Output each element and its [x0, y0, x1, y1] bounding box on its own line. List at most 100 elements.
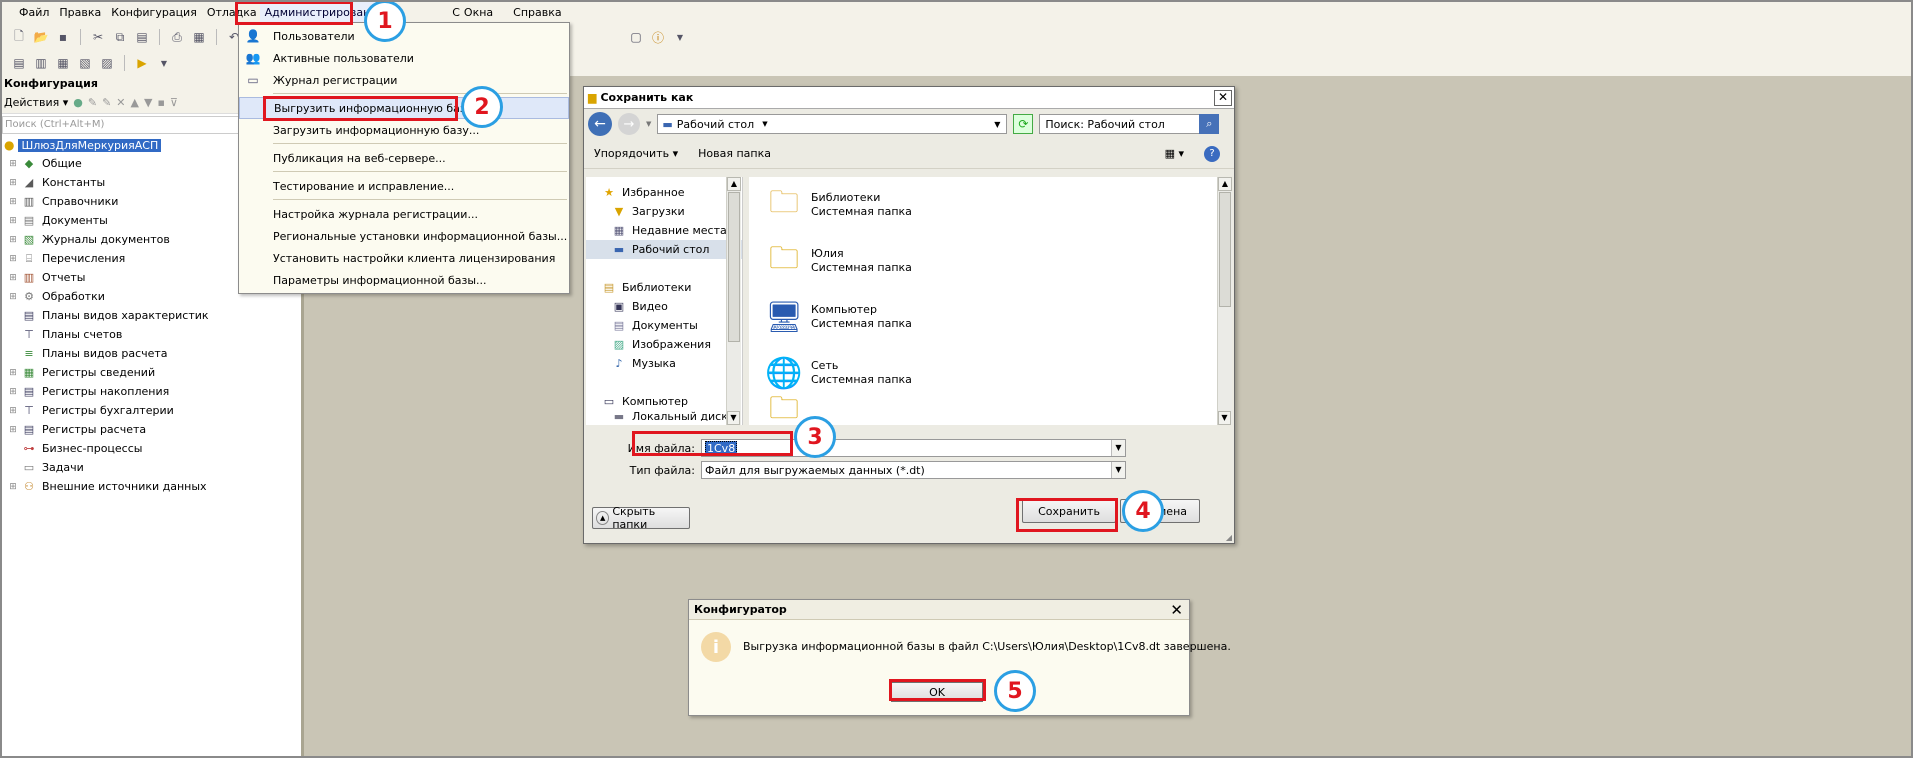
- expand-icon[interactable]: ⊞: [8, 216, 18, 226]
- menu-item-infobase-params[interactable]: Параметры информационной базы...: [239, 269, 569, 291]
- chevron-down-icon[interactable]: ▼: [1111, 462, 1125, 478]
- run-icon[interactable]: ▶: [133, 54, 151, 72]
- tree-item[interactable]: ⊞ ⚇ Внешние источники данных: [2, 477, 301, 496]
- tree-item[interactable]: ⊞ ▦ Регистры сведений: [2, 363, 301, 382]
- open-icon[interactable]: 📂: [32, 28, 50, 46]
- nav-favorites[interactable]: ★ Избранное: [586, 183, 742, 202]
- cut-icon[interactable]: ✂: [89, 28, 107, 46]
- file-item[interactable]: 🖥 Компьютер Системная папка: [749, 289, 1217, 345]
- table-icon[interactable]: ▧: [76, 54, 94, 72]
- forward-icon[interactable]: →: [618, 113, 640, 135]
- menu-item-active-users[interactable]: 👥 Активные пользователи: [239, 47, 569, 69]
- nav-documents[interactable]: ▤ Документы: [586, 316, 742, 335]
- search-icon[interactable]: ⌕: [1199, 114, 1220, 134]
- refresh-icon[interactable]: ⟳: [1013, 114, 1034, 134]
- view-icon[interactable]: ▦ ▾: [1165, 147, 1184, 160]
- menu-item-test-repair[interactable]: Тестирование и исправление...: [239, 175, 569, 197]
- chevron-down-icon[interactable]: ▼: [1111, 440, 1125, 456]
- menu-item-event-log[interactable]: ▭ Журнал регистрации: [239, 69, 569, 91]
- delete-icon[interactable]: ✕: [116, 96, 125, 109]
- chevron-down-icon[interactable]: ▼: [671, 28, 689, 46]
- tree-item[interactable]: ⊶ Бизнес-процессы: [2, 439, 301, 458]
- expand-icon[interactable]: ⊞: [8, 425, 18, 435]
- save-button[interactable]: Сохранить: [1022, 499, 1116, 523]
- new-icon[interactable]: 🗋: [10, 28, 28, 46]
- menu-item-regional-settings[interactable]: Региональные установки информационной ба…: [239, 225, 569, 247]
- nav-music[interactable]: ♪ Музыка: [586, 354, 742, 373]
- chevron-down-icon[interactable]: ▼: [646, 120, 651, 128]
- file-item[interactable]: 🌐 Сеть Системная папка: [749, 345, 1217, 401]
- menu-windows[interactable]: Окна: [459, 2, 498, 24]
- scroll-up-icon[interactable]: ▲: [727, 177, 741, 191]
- menu-item-log-settings[interactable]: Настройка журнала регистрации...: [239, 203, 569, 225]
- menu-item-load-infobase[interactable]: Загрузить информационную базу...: [239, 119, 569, 141]
- expand-icon[interactable]: ⊞: [8, 235, 18, 245]
- menu-edit[interactable]: Правка: [54, 2, 106, 24]
- chevron-down-icon[interactable]: ▼: [994, 120, 1000, 129]
- scroll-down-icon[interactable]: ▼: [727, 411, 740, 425]
- organize-button[interactable]: Упорядочить ▾: [594, 147, 678, 160]
- move-up-icon[interactable]: ▲: [131, 96, 139, 109]
- list-icon[interactable]: ▤: [10, 54, 28, 72]
- file-item[interactable]: 🗀 Юлия Системная папка: [749, 233, 1217, 289]
- nav-images[interactable]: ▨ Изображения: [586, 335, 742, 354]
- preview-icon[interactable]: ▦: [190, 28, 208, 46]
- tree-item[interactable]: ⊞ ▤ Регистры накопления: [2, 382, 301, 401]
- copy-icon[interactable]: ⧉: [111, 28, 129, 46]
- close-icon[interactable]: ✕: [1170, 601, 1183, 619]
- expand-icon[interactable]: ⊞: [8, 273, 18, 283]
- filter-icon[interactable]: ⊽: [170, 96, 178, 109]
- menu-configuration[interactable]: Конфигурация: [106, 2, 202, 24]
- chevron-down-icon[interactable]: ▼: [155, 54, 173, 72]
- expand-icon[interactable]: ⊞: [8, 387, 18, 397]
- tree-item[interactable]: ▭ Задачи: [2, 458, 301, 477]
- scroll-thumb[interactable]: [728, 192, 740, 342]
- dialog-search-input[interactable]: Поиск: Рабочий стол ⌕: [1039, 114, 1220, 134]
- nav-video[interactable]: ▣ Видео: [586, 297, 742, 316]
- file-item[interactable]: 🗀 Библиотеки Системная папка: [749, 177, 1217, 233]
- menu-file[interactable]: Файл: [14, 2, 54, 24]
- hide-folders-button[interactable]: ▲ Скрыть папки: [592, 505, 690, 531]
- paste-icon[interactable]: ▤: [133, 28, 151, 46]
- nav-libraries[interactable]: ▤ Библиотеки: [586, 278, 742, 297]
- scroll-down-icon[interactable]: ▼: [1218, 411, 1231, 425]
- expand-icon[interactable]: ⊞: [8, 406, 18, 416]
- expand-icon[interactable]: ⊞: [8, 159, 18, 169]
- tree-item[interactable]: ▤ Планы видов характеристик: [2, 306, 301, 325]
- new-folder-button[interactable]: Новая папка: [698, 147, 771, 160]
- location-box[interactable]: ▬ Рабочий стол ▼ ▼: [657, 114, 1008, 134]
- back-icon[interactable]: ←: [588, 112, 612, 136]
- menu-item-licensing-client[interactable]: Установить настройки клиента лицензирова…: [239, 247, 569, 269]
- scroll-thumb[interactable]: [1219, 192, 1231, 307]
- nav-downloads[interactable]: ▼ Загрузки: [586, 202, 742, 221]
- close-icon[interactable]: ✕: [1214, 90, 1232, 106]
- edit-icon[interactable]: ✎: [88, 96, 97, 109]
- expand-icon[interactable]: ⊞: [8, 254, 18, 264]
- file-type-select[interactable]: Файл для выгружаемых данных (*.dt) ▼: [701, 461, 1126, 479]
- expand-icon[interactable]: ⊞: [8, 197, 18, 207]
- menu-item-dump-infobase[interactable]: Выгрузить информационную базу...: [239, 97, 569, 119]
- resize-grip-icon[interactable]: ◢: [1226, 533, 1232, 542]
- tree-item[interactable]: ⊤ Планы счетов: [2, 325, 301, 344]
- window-icon[interactable]: ▨: [98, 54, 116, 72]
- nav-computer[interactable]: ▭ Компьютер: [586, 392, 742, 411]
- help-icon[interactable]: ?: [1204, 145, 1220, 162]
- nav-desktop[interactable]: ▬ Рабочий стол: [586, 240, 742, 259]
- tree-item[interactable]: ⊞ ▤ Регистры расчета: [2, 420, 301, 439]
- files-scrollbar[interactable]: ▲ ▼: [1217, 177, 1232, 425]
- nav-scrollbar[interactable]: ▲ ▼: [726, 177, 741, 425]
- nav-recent[interactable]: ▦ Недавние места: [586, 221, 742, 240]
- tree-item[interactable]: ≡ Планы видов расчета: [2, 344, 301, 363]
- expand-icon[interactable]: ⊞: [8, 482, 18, 492]
- db-icon[interactable]: ▦: [54, 54, 72, 72]
- info-icon[interactable]: ⓘ: [649, 28, 667, 46]
- menu-debug[interactable]: Отладка: [202, 2, 262, 24]
- actions-button[interactable]: Действия ▾: [4, 96, 68, 109]
- menu-item-web-publish[interactable]: Публикация на веб-сервере...: [239, 147, 569, 169]
- save-icon[interactable]: ▪: [54, 28, 72, 46]
- expand-icon[interactable]: ⊞: [8, 368, 18, 378]
- add-icon[interactable]: ●: [73, 96, 83, 109]
- expand-icon[interactable]: ⊞: [8, 292, 18, 302]
- print-icon[interactable]: ⎙: [168, 28, 186, 46]
- menu-help[interactable]: Справка: [508, 2, 566, 24]
